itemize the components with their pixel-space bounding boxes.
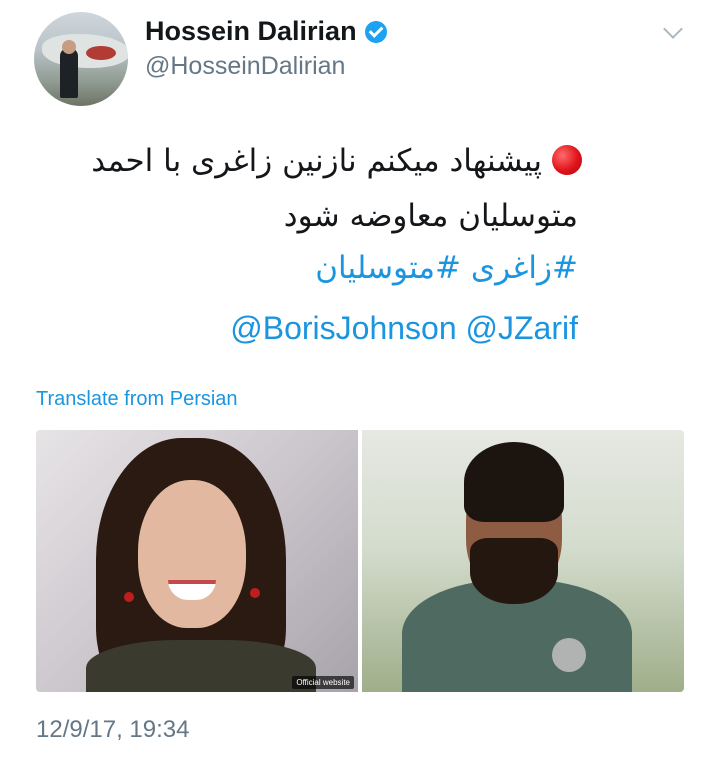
tweet-mentions[interactable]: @BorisJohnson @JZarif <box>230 310 578 347</box>
photo-coat <box>86 640 316 692</box>
photo-beard <box>470 538 558 604</box>
profile-avatar[interactable] <box>34 12 128 106</box>
avatar-jet-mouth <box>86 46 116 60</box>
photo-watermark: Official website <box>292 676 354 689</box>
photo-microphone <box>552 638 586 672</box>
tweet-timestamp[interactable]: 12/9/17, 19:34 <box>36 716 189 744</box>
author-name-row[interactable]: Hossein Dalirian <box>145 16 387 47</box>
avatar-person <box>60 48 78 98</box>
author-handle[interactable]: @HosseinDalirian <box>145 52 345 81</box>
tweet-text-line-1: پیشنهاد میکنم نازنین زاغری با احمد <box>91 143 582 179</box>
author-display-name[interactable]: Hossein Dalirian <box>145 16 357 47</box>
tweet-text-line-2: متوسلیان معاوضه شود <box>283 198 578 234</box>
tweet-media[interactable]: Official website <box>36 430 684 692</box>
tweet-text-1: پیشنهاد میکنم نازنین زاغری با احمد <box>91 143 542 179</box>
verified-badge-icon <box>364 20 387 43</box>
translate-link[interactable]: Translate from Persian <box>36 388 238 411</box>
tweet-hashtags[interactable]: #زاغری #متوسلیان <box>315 250 578 286</box>
photo-face <box>138 480 246 628</box>
photo-earring-right <box>250 588 260 598</box>
photo-hair <box>464 442 564 522</box>
red-circle-icon <box>552 145 582 175</box>
chevron-down-icon[interactable] <box>663 19 683 39</box>
media-photo-man[interactable] <box>362 430 684 692</box>
photo-earring-left <box>124 592 134 602</box>
avatar-head <box>62 40 76 54</box>
media-photo-woman[interactable]: Official website <box>36 430 358 692</box>
